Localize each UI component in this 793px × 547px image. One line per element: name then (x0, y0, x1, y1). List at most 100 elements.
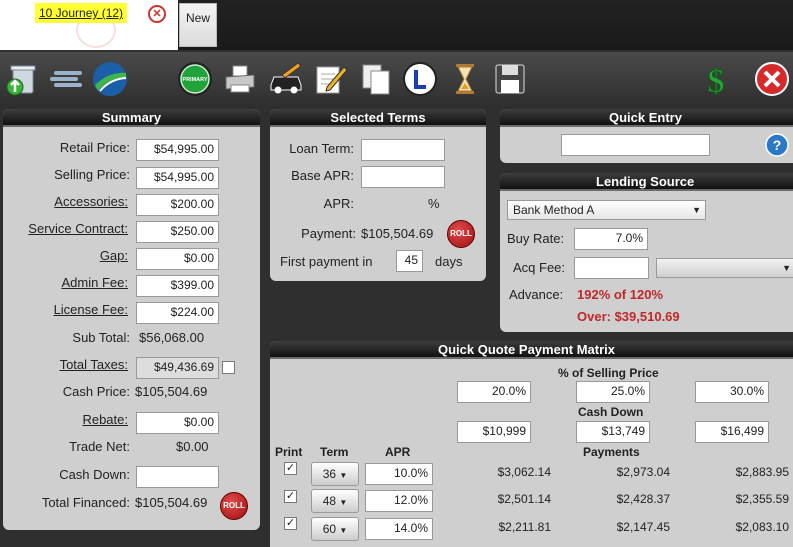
acq-fee-select[interactable]: ▼ (656, 258, 793, 278)
term-value-row1: 36 (322, 467, 337, 481)
payment-value: $105,504.69 (361, 226, 434, 241)
dollar-icon[interactable]: $ (698, 61, 734, 98)
summary-panel: Summary Retail Price: $54,995.00 Selling… (3, 109, 260, 530)
gap-field[interactable]: $0.00 (136, 248, 219, 270)
lending-method-select[interactable]: Bank Method A ▼ (507, 200, 706, 220)
quick-entry-input[interactable] (561, 134, 710, 156)
svg-text:?: ? (773, 137, 782, 153)
gap-link[interactable]: Gap: (100, 248, 128, 263)
apr-unit: % (428, 196, 440, 211)
license-fee-link[interactable]: License Fee: (54, 302, 128, 317)
quick-entry-panel: Quick Entry ? (500, 109, 793, 163)
roll-total-financed-button[interactable]: ROLL (220, 492, 248, 520)
payment-label: Payment: (301, 226, 356, 241)
svg-text:$: $ (708, 63, 725, 97)
total-financed-label: Total Financed: (41, 495, 130, 510)
road-logo-icon[interactable] (92, 61, 128, 97)
copy-icon[interactable] (358, 61, 394, 97)
lender-l-icon[interactable] (402, 61, 438, 97)
pct-field-1[interactable]: 20.0% (457, 381, 531, 403)
service-contract-field[interactable]: $250.00 (136, 221, 219, 243)
admin-fee-link[interactable]: Admin Fee: (62, 275, 128, 290)
service-contract-link[interactable]: Service Contract: (28, 221, 128, 236)
payment-matrix-title: Quick Quote Payment Matrix (270, 341, 793, 359)
help-icon[interactable]: ? (765, 133, 789, 157)
term-value-row3: 60 (322, 522, 337, 536)
tab-deal-label: 10 Journey (12) (39, 6, 124, 20)
base-apr-field[interactable] (361, 166, 445, 188)
pct-selling-heading: % of Selling Price (558, 366, 659, 380)
selling-price-label: Selling Price: (54, 167, 130, 182)
cash-down-field[interactable] (136, 466, 219, 488)
print-checkbox-row2[interactable]: ✓ (284, 490, 297, 503)
apr-field-row1[interactable]: 10.0% (365, 463, 433, 485)
sub-total-label: Sub Total: (72, 330, 130, 345)
tab-deal[interactable]: 10 Journey (12) (35, 3, 128, 23)
trash-icon[interactable] (4, 61, 40, 97)
close-icon[interactable] (754, 61, 790, 97)
payments-heading: Payments (583, 445, 640, 459)
loan-term-field[interactable] (361, 139, 445, 161)
print-heading: Print (275, 445, 303, 459)
buy-rate-field[interactable]: 7.0% (574, 228, 648, 250)
sub-total-value: $56,068.00 (139, 330, 205, 345)
rebate-field[interactable]: $0.00 (136, 412, 219, 434)
save-icon[interactable] (492, 61, 528, 97)
tab-strip: 10 Journey (12) ✕ New (0, 0, 793, 50)
term-select-row3[interactable]: 60 ▼ (311, 517, 359, 541)
toolbar: PRIMARY $ (0, 52, 793, 104)
selling-price-field[interactable]: $54,995.00 (136, 167, 219, 189)
tab-new[interactable]: New (179, 3, 217, 47)
retail-price-label: Retail Price: (59, 140, 130, 155)
accessories-field[interactable]: $200.00 (136, 194, 219, 216)
roll-payment-button[interactable]: ROLL (447, 220, 475, 248)
cash-down-field-2[interactable]: $13,749 (576, 421, 650, 443)
chevron-down-icon: ▼ (692, 205, 701, 215)
print-checkbox-row3[interactable]: ✓ (284, 517, 297, 530)
apr-field-row2[interactable]: 12.0% (365, 490, 433, 512)
pct-field-3[interactable]: 30.0% (695, 381, 769, 403)
retail-price-field[interactable]: $54,995.00 (136, 139, 219, 161)
chevron-down-icon: ▼ (339, 498, 348, 507)
trade-net-value: $0.00 (176, 439, 209, 454)
lending-method-value: Bank Method A (513, 203, 595, 217)
cash-down-field-3[interactable]: $16,499 (695, 421, 769, 443)
total-taxes-field[interactable]: $49,436.69 (136, 357, 219, 379)
close-tab-icon[interactable]: ✕ (148, 5, 166, 23)
admin-fee-field[interactable]: $399.00 (136, 275, 219, 297)
lines-icon[interactable] (48, 61, 84, 97)
rebate-link[interactable]: Rebate: (82, 412, 128, 427)
lending-source-title: Lending Source (500, 173, 793, 191)
acq-fee-field[interactable] (574, 257, 649, 279)
payment-cell-r3-c1: $2,211.81 (498, 520, 552, 534)
payment-cell-r1-c3: $2,883.95 (735, 465, 789, 479)
selected-terms-panel: Selected Terms Loan Term: Base APR: APR:… (270, 109, 486, 281)
term-select-row2[interactable]: 48 ▼ (311, 489, 359, 513)
advance-label: Advance: (509, 287, 564, 302)
first-payment-days-field[interactable]: 45 (396, 250, 423, 272)
term-select-row1[interactable]: 36 ▼ (311, 462, 359, 486)
pct-field-2[interactable]: 25.0% (576, 381, 650, 403)
payment-cell-r2-c2: $2,428.37 (616, 492, 670, 506)
selected-terms-title: Selected Terms (270, 109, 486, 127)
tax-override-checkbox[interactable] (222, 361, 235, 374)
loan-term-label: Loan Term: (289, 141, 354, 156)
license-fee-field[interactable]: $224.00 (136, 302, 219, 324)
car-edit-icon[interactable] (268, 61, 304, 97)
printer-icon[interactable] (222, 61, 258, 97)
apr-field-row3[interactable]: 14.0% (365, 518, 433, 540)
accessories-link[interactable]: Accessories: (54, 194, 128, 209)
print-checkbox-row1[interactable]: ✓ (284, 462, 297, 475)
cash-down-field-1[interactable]: $10,999 (457, 421, 531, 443)
primary-button-icon[interactable]: PRIMARY (177, 61, 213, 97)
primary-label: PRIMARY (182, 77, 207, 83)
chevron-down-icon: ▼ (339, 526, 348, 535)
buy-rate-label: Buy Rate: (507, 231, 565, 246)
payment-cell-r1-c2: $2,973.04 (616, 465, 670, 479)
payment-cell-r1-c1: $3,062.14 (497, 465, 551, 479)
cash-down-label: Cash Down: (59, 467, 130, 482)
edit-notes-icon[interactable] (313, 61, 349, 97)
cash-price-label: Cash Price: (62, 384, 130, 399)
total-taxes-link[interactable]: Total Taxes: (60, 357, 128, 372)
hourglass-icon[interactable] (447, 61, 483, 97)
